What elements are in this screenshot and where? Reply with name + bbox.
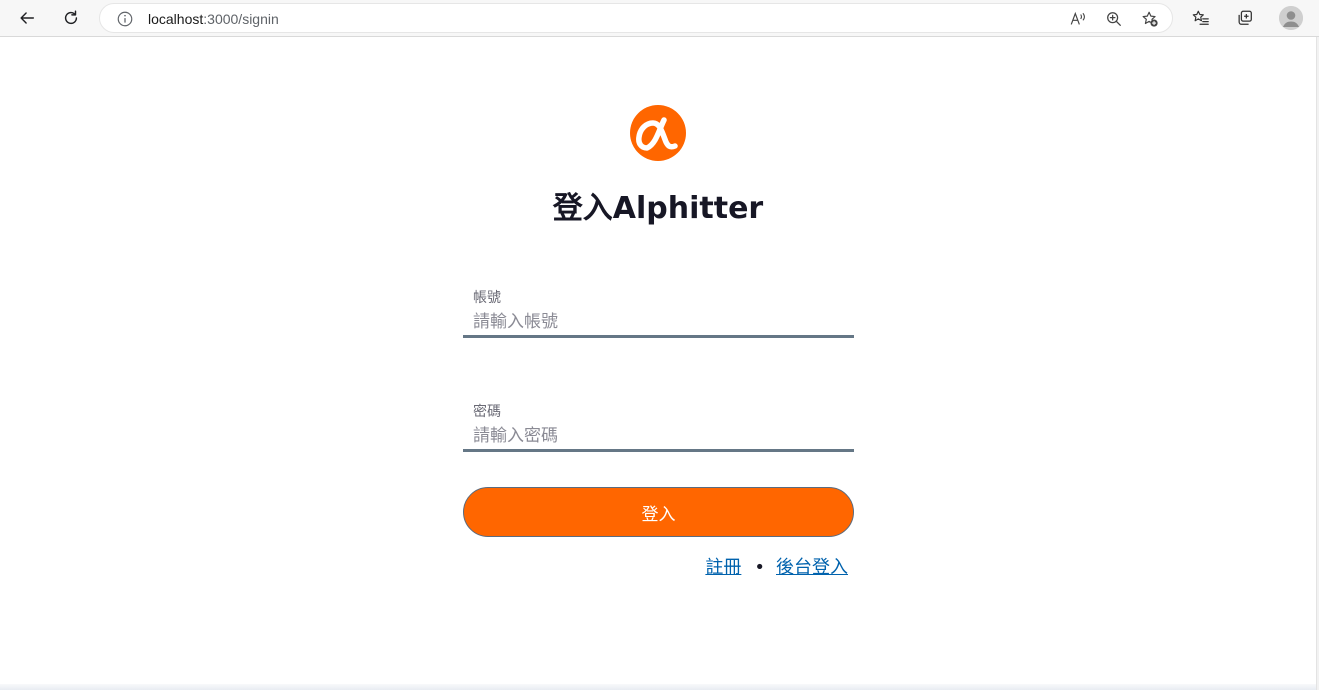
page-title: 登入Alphitter	[552, 191, 764, 226]
url-path: :3000/signin	[203, 11, 279, 27]
reload-button[interactable]	[56, 4, 86, 32]
browser-toolbar: localhost:3000/signin	[0, 0, 1319, 37]
favorites-button[interactable]	[1190, 7, 1212, 29]
favorites-list-icon	[1192, 10, 1209, 25]
alpha-logo	[630, 105, 686, 161]
reload-icon	[64, 10, 78, 25]
read-aloud-icon	[1070, 11, 1085, 25]
read-aloud-button[interactable]	[1068, 9, 1088, 29]
star-plus-icon	[1142, 11, 1158, 27]
account-input[interactable]	[473, 310, 843, 334]
auth-links: 註冊 • 後台登入	[463, 555, 848, 581]
password-input[interactable]	[473, 424, 843, 448]
password-field[interactable]: 密碼	[463, 399, 854, 452]
add-favorite-button[interactable]	[1140, 9, 1160, 29]
profile-button[interactable]	[1279, 6, 1303, 30]
window-bottom-edge	[0, 684, 1316, 690]
back-button[interactable]	[12, 4, 42, 32]
signin-page: 登入Alphitter 帳號 密碼 登入 註冊 • 後台登入	[0, 38, 1316, 684]
collections-button[interactable]	[1234, 7, 1256, 29]
login-button[interactable]: 登入	[463, 487, 854, 537]
zoom-in-icon	[1107, 12, 1121, 26]
profile-avatar-icon	[1279, 6, 1303, 30]
url-host: localhost	[148, 11, 204, 27]
arrow-left-icon	[20, 12, 35, 24]
admin-login-link[interactable]: 後台登入	[776, 557, 848, 578]
collections-icon	[1238, 10, 1252, 25]
password-label: 密碼	[473, 404, 501, 420]
zoom-button[interactable]	[1104, 9, 1124, 29]
register-link[interactable]: 註冊	[705, 557, 741, 578]
account-field[interactable]: 帳號	[463, 285, 854, 338]
address-bar[interactable]: localhost:3000/signin	[99, 3, 1173, 33]
info-icon[interactable]	[116, 10, 134, 28]
link-separator: •	[754, 557, 765, 578]
account-label: 帳號	[473, 290, 501, 306]
url-text[interactable]: localhost:3000/signin	[148, 10, 279, 28]
